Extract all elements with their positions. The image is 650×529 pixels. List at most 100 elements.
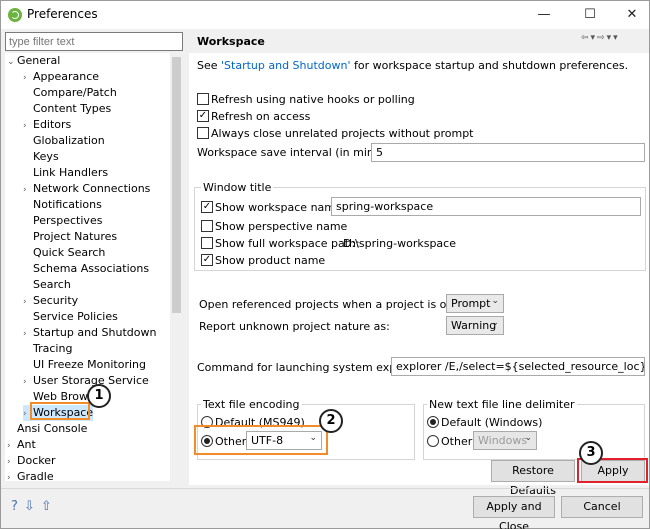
tree-scroll-thumb[interactable] [172,57,181,313]
tree-item-label: Link Handlers [33,166,109,179]
tree-item-label: Editors [33,118,72,131]
tree-item-label: Compare/Patch [33,86,117,99]
tree-item[interactable]: Schema Associations [23,261,149,277]
see-text: See 'Startup and Shutdown' for workspace… [197,59,629,72]
open-referenced-combo[interactable]: Prompt ⌄ [446,294,504,313]
spring-app-icon [8,8,22,22]
show-workspace-name-label: Show workspace name: [215,201,346,214]
tree-item[interactable]: › Docker [7,453,56,469]
tree-item-label: Docker [17,454,56,467]
tree-item-label: Schema Associations [33,262,150,275]
chevron-right-icon[interactable]: › [23,294,33,310]
tree-item-label: Ant [17,438,36,451]
tree-item[interactable]: › User Storage Service [23,373,149,389]
close-unrelated-checkbox[interactable] [197,127,209,139]
tree-item-label: Startup and Shutdown [33,326,157,339]
export-icon[interactable]: ⇧ [41,499,58,514]
delimiter-other-label: Other: [441,435,476,448]
apply-and-close-button[interactable]: Apply and Close [473,496,555,529]
show-workspace-name-checkbox[interactable]: ✓ [201,201,213,213]
cancel-button[interactable]: Cancel [561,496,643,518]
tree-item-label: General [17,54,61,67]
tree-item[interactable]: › Startup and Shutdown [23,325,156,341]
show-product-checkbox[interactable]: ✓ [201,254,213,266]
tree-item-label: Ansi Console [17,422,88,435]
tree-item-label: Content Types [33,102,112,115]
explorer-command-input[interactable]: explorer /E,/select=${selected_resource_… [391,357,645,376]
chevron-right-icon[interactable]: › [23,70,33,86]
tree-item[interactable]: Notifications [23,197,102,213]
delimiter-other-radio[interactable] [427,435,439,447]
title-bar: Preferences — ☐ ✕ [1,1,649,29]
tree-item[interactable]: Search [23,277,71,293]
tree-item[interactable]: › Ant [7,437,36,453]
report-nature-label: Report unknown project nature as: [199,320,390,333]
tree-item[interactable]: Link Handlers [23,165,108,181]
footer-icons[interactable]: ?⇩⇧ [11,499,58,514]
tree-item-label: Search [33,278,71,291]
chevron-right-icon[interactable]: › [23,374,33,390]
refresh-native-label: Refresh using native hooks or polling [211,93,415,106]
refresh-access-checkbox[interactable]: ✓ [197,110,209,122]
workspace-name-input[interactable]: spring-workspace [331,197,641,216]
help-icon[interactable]: ? [11,499,24,514]
tree-item[interactable]: Perspectives [23,213,102,229]
tree-item[interactable]: › Security [23,293,78,309]
tree-item-label: Gradle [17,470,54,481]
filter-input[interactable] [5,32,183,51]
chevron-right-icon[interactable]: › [23,118,33,134]
save-interval-input[interactable]: 5 [371,143,645,162]
delimiter-default-label: Default (Windows) [441,416,543,429]
line-delimiter-group-label: New text file line delimiter [427,398,577,411]
show-full-path-checkbox[interactable] [201,237,213,249]
chevron-right-icon[interactable]: › [7,454,17,470]
refresh-native-checkbox[interactable] [197,93,209,105]
encoding-group-label: Text file encoding [201,398,302,411]
close-unrelated-label: Always close unrelated projects without … [211,127,474,140]
tree-item[interactable]: › Appearance [23,69,99,85]
chevron-right-icon[interactable]: › [23,326,33,342]
tree-item[interactable]: Content Types [23,101,111,117]
tree-item[interactable]: ⌄ General [7,53,60,69]
maximize-button[interactable]: ☐ [579,5,601,25]
tree-item-label: User Storage Service [33,374,149,387]
preferences-window: Preferences — ☐ ✕ ⌄General›AppearanceCom… [0,0,650,529]
tree-item[interactable]: Compare/Patch [23,85,117,101]
tree-item[interactable]: Ansi Console [7,421,87,437]
minimize-button[interactable]: — [533,5,555,25]
tree-item-label: Service Policies [33,310,118,323]
step-badge-2: 2 [319,409,343,433]
history-nav-icons[interactable]: ⇦▾⇨▾▾ [581,33,620,43]
delimiter-combo: Windows ⌄ [473,431,537,450]
tree-item[interactable]: › Editors [23,117,71,133]
full-path-value: D:\spring-workspace [343,237,456,250]
tree-item[interactable]: Quick Search [23,245,105,261]
chevron-down-icon: ⌄ [491,296,499,306]
page-title: Workspace [197,35,265,48]
chevron-right-icon[interactable]: › [7,438,17,454]
tree-item-label: Keys [33,150,59,163]
chevron-down-icon[interactable]: ⌄ [7,54,17,70]
close-button[interactable]: ✕ [621,5,643,25]
tree-item[interactable]: › Network Connections [23,181,150,197]
show-perspective-label: Show perspective name [215,220,348,233]
show-product-label: Show product name [215,254,326,267]
tree-item[interactable]: › Gradle [7,469,54,481]
tree-item-label: UI Freeze Monitoring [33,358,146,371]
tree-item[interactable]: Globalization [23,133,105,149]
step-badge-1: 1 [87,384,111,408]
tree-item[interactable]: Keys [23,149,59,165]
tree-item[interactable]: UI Freeze Monitoring [23,357,146,373]
tree-item[interactable]: Project Natures [23,229,117,245]
tree-item-label: Network Connections [33,182,151,195]
import-icon[interactable]: ⇩ [24,499,41,514]
restore-defaults-button[interactable]: Restore Defaults [491,460,575,497]
chevron-right-icon[interactable]: › [23,182,33,198]
tree-item[interactable]: Service Policies [23,309,118,325]
tree-item[interactable]: Tracing [23,341,72,357]
delimiter-default-radio[interactable] [427,416,439,428]
show-perspective-checkbox[interactable] [201,220,213,232]
chevron-right-icon[interactable]: › [7,470,17,481]
report-nature-combo[interactable]: Warning ⌄ [446,316,504,335]
startup-shutdown-link[interactable]: 'Startup and Shutdown' [221,59,350,72]
